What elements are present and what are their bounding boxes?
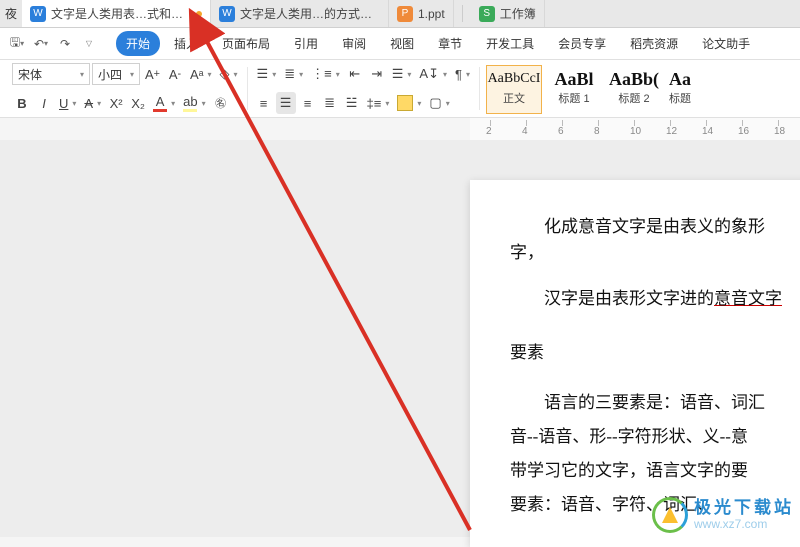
- ppt-icon: P: [397, 6, 413, 22]
- undo-button[interactable]: ↶▾: [30, 33, 52, 55]
- ruler-tick-label: 10: [630, 126, 641, 137]
- app-prefix: 夜: [0, 5, 22, 22]
- save-button[interactable]: 🖫▾: [6, 33, 28, 55]
- doc-tab-3[interactable]: P 1.ppt: [389, 0, 454, 27]
- xls-icon: S: [479, 6, 495, 22]
- change-case-button[interactable]: Aᵃ▾: [187, 63, 215, 85]
- doc-text: 带学习它的文字，语言文字的要: [510, 461, 748, 480]
- ribbon-tab-view[interactable]: 视图: [380, 31, 424, 56]
- shading-button[interactable]: ▾: [394, 92, 424, 114]
- qat-customize[interactable]: ▽: [78, 33, 100, 55]
- ruler-tick-label: 14: [702, 126, 713, 137]
- page-content[interactable]: 化成意音文字是由表义的象形 字， 汉字是由表形文字进的意音文字 要素 语言的三要…: [470, 180, 800, 547]
- bold-button[interactable]: B: [12, 92, 32, 114]
- doc-text: 要素: [510, 343, 544, 362]
- subscript-button[interactable]: X₂: [128, 92, 148, 114]
- clear-format-button[interactable]: ◇▾: [217, 63, 241, 85]
- ribbon-tab-references[interactable]: 引用: [284, 31, 328, 56]
- phonetic-button[interactable]: ㊔: [211, 92, 231, 114]
- ribbon-tab-review[interactable]: 审阅: [332, 31, 376, 56]
- redo-button[interactable]: ↷: [54, 33, 76, 55]
- ribbon: 宋体 ▾ 小四 ▾ A+ A- Aᵃ▾ ◇▾ B I U▾ A▾ X² X₂ A…: [0, 60, 800, 118]
- doc-tab-label: 工作簿: [500, 5, 536, 22]
- doc-text: 音--语音、形--字符形状、义--意: [510, 427, 748, 446]
- ribbon-tab-home[interactable]: 开始: [116, 31, 160, 56]
- ribbon-tab-sections[interactable]: 章节: [428, 31, 472, 56]
- style-heading1[interactable]: AaBl 标题 1: [546, 65, 602, 114]
- italic-button[interactable]: I: [34, 92, 54, 114]
- ribbon-tab-thesis[interactable]: 论文助手: [692, 31, 760, 56]
- grow-font-button[interactable]: A+: [142, 63, 163, 85]
- dirty-indicator: [196, 11, 202, 17]
- doc-tab-label: 文字是人类用…的方式和工具: [240, 5, 380, 22]
- doc-icon: W: [219, 6, 235, 22]
- doc-text: 汉字是由表形文字进的: [544, 289, 714, 308]
- doc-tab-5[interactable]: S 工作簿: [471, 0, 545, 27]
- chevron-down-icon: ▾: [80, 70, 84, 79]
- doc-tab-label: 1.ppt: [418, 7, 445, 21]
- bullets-button[interactable]: ☰▾: [254, 63, 280, 85]
- ruler-tick-label: 12: [666, 126, 677, 137]
- doc-tab-4[interactable]: [454, 0, 471, 27]
- font-color-button[interactable]: A▾: [150, 92, 178, 114]
- doc-tab-2[interactable]: W 文字是人类用…的方式和工具: [211, 0, 389, 27]
- doc-text: 字，: [510, 243, 544, 262]
- char-spacing-button[interactable]: ☰▾: [389, 63, 415, 85]
- style-heading3[interactable]: Aa 标题: [666, 65, 694, 114]
- ruler-tick-label: 8: [594, 126, 600, 137]
- styles-gallery: AaBbCcI 正文 AaBl 标题 1 AaBb( 标题 2 Aa 标题: [480, 63, 794, 114]
- document-tabs: 夜 W 文字是人类用表…式和工具 (2) W 文字是人类用…的方式和工具 P 1…: [0, 0, 800, 28]
- doc-text: 化成意音文字是由表义的象形: [544, 217, 765, 236]
- underline-button[interactable]: U▾: [56, 92, 79, 114]
- increase-indent-button[interactable]: ⇥: [367, 63, 387, 85]
- decrease-indent-button[interactable]: ⇤: [345, 63, 365, 85]
- ruler-tick-label: 4: [522, 126, 528, 137]
- ribbon-tab-member[interactable]: 会员专享: [548, 31, 616, 56]
- ribbon-tab-insert[interactable]: 插入: [164, 31, 208, 56]
- ruler-tick-label: 18: [774, 126, 785, 137]
- ruler-tick-label: 2: [486, 126, 492, 137]
- doc-tab-label: 文字是人类用表…式和工具 (2): [51, 5, 191, 22]
- doc-text: 要素：语音、字符、词汇、: [510, 495, 714, 514]
- strike-button[interactable]: A▾: [81, 92, 104, 114]
- borders-button[interactable]: ▢▾: [426, 92, 452, 114]
- sort-button[interactable]: A↧▾: [416, 63, 450, 85]
- align-center-button[interactable]: ☰: [276, 92, 296, 114]
- ribbon-tabs: 开始 插入 页面布局 引用 审阅 视图 章节 开发工具 会员专享 稻壳资源 论文…: [116, 31, 794, 56]
- font-name-value: 宋体: [18, 66, 42, 83]
- justify-button[interactable]: ≣: [320, 92, 340, 114]
- multilevel-button[interactable]: ⋮≡▾: [308, 63, 343, 85]
- font-size-combo[interactable]: 小四 ▾: [92, 63, 140, 85]
- document-viewport: 化成意音文字是由表义的象形 字， 汉字是由表形文字进的意音文字 要素 语言的三要…: [0, 140, 800, 537]
- ruler-tick-label: 16: [738, 126, 749, 137]
- doc-text: 语言的三要素是：语音、词汇: [544, 393, 765, 412]
- font-size-value: 小四: [98, 66, 122, 83]
- doc-tab-1[interactable]: W 文字是人类用表…式和工具 (2): [22, 0, 211, 27]
- paragraph-group: ☰▾ ≣▾ ⋮≡▾ ⇤ ⇥ ☰▾ A↧▾ ¶▾ ≡ ☰ ≡ ≣ ☱ ‡≡▾ ▾ …: [248, 63, 479, 114]
- distribute-button[interactable]: ☱: [342, 92, 362, 114]
- style-normal[interactable]: AaBbCcI 正文: [486, 65, 542, 114]
- ruler[interactable]: 2 4 6 8 10 12 14 16 18: [470, 118, 800, 140]
- highlight-button[interactable]: ab▾: [180, 92, 208, 114]
- style-heading2[interactable]: AaBb( 标题 2: [606, 65, 662, 114]
- superscript-button[interactable]: X²: [106, 92, 126, 114]
- font-name-combo[interactable]: 宋体 ▾: [12, 63, 90, 85]
- line-spacing-button[interactable]: ‡≡▾: [364, 92, 393, 114]
- ruler-tick-label: 6: [558, 126, 564, 137]
- ribbon-tab-dev[interactable]: 开发工具: [476, 31, 544, 56]
- menubar: 🖫▾ ↶▾ ↷ ▽ 开始 插入 页面布局 引用 审阅 视图 章节 开发工具 会员…: [0, 28, 800, 60]
- ribbon-tab-resources[interactable]: 稻壳资源: [620, 31, 688, 56]
- shrink-font-button[interactable]: A-: [165, 63, 185, 85]
- tab-separator: [462, 5, 463, 21]
- ribbon-tab-pagelayout[interactable]: 页面布局: [212, 31, 280, 56]
- doc-icon: W: [30, 6, 46, 22]
- align-right-button[interactable]: ≡: [298, 92, 318, 114]
- chevron-down-icon: ▾: [130, 70, 134, 79]
- doc-text-underlined: 意音文字: [714, 289, 782, 308]
- align-left-button[interactable]: ≡: [254, 92, 274, 114]
- show-marks-button[interactable]: ¶▾: [452, 63, 473, 85]
- numbering-button[interactable]: ≣▾: [281, 63, 306, 85]
- font-group: 宋体 ▾ 小四 ▾ A+ A- Aᵃ▾ ◇▾ B I U▾ A▾ X² X₂ A…: [6, 63, 247, 114]
- quick-access-toolbar: 🖫▾ ↶▾ ↷ ▽: [6, 33, 100, 55]
